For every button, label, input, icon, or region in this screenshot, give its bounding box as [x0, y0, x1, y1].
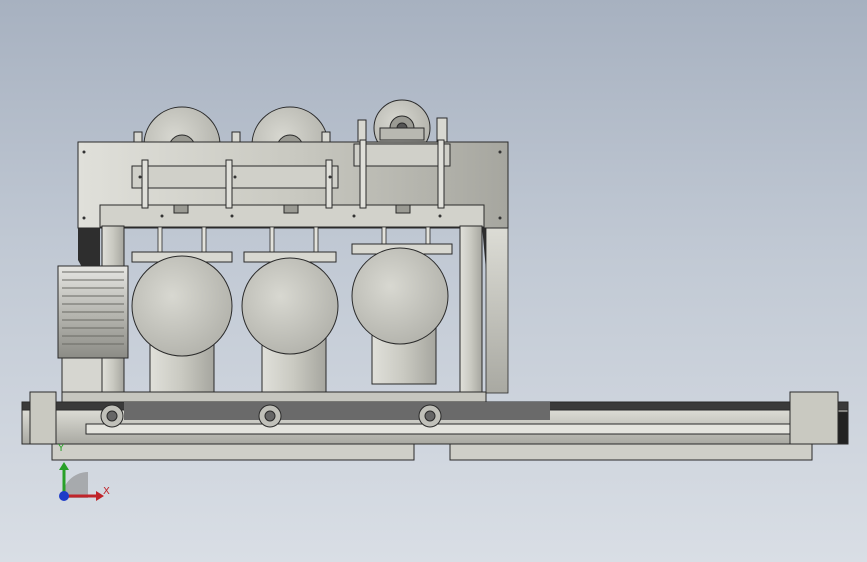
upper-frame-plate — [77, 139, 509, 229]
y-axis-label: Y — [58, 443, 65, 454]
grinding-drums — [131, 243, 453, 393]
gear-rack — [124, 402, 550, 420]
coordinate-triad — [59, 462, 104, 501]
machine-model-view[interactable] — [0, 0, 867, 562]
z-axis-dot — [59, 491, 69, 501]
x-axis-label: X — [103, 486, 110, 497]
graphics-viewport[interactable]: X Y — [0, 0, 867, 562]
